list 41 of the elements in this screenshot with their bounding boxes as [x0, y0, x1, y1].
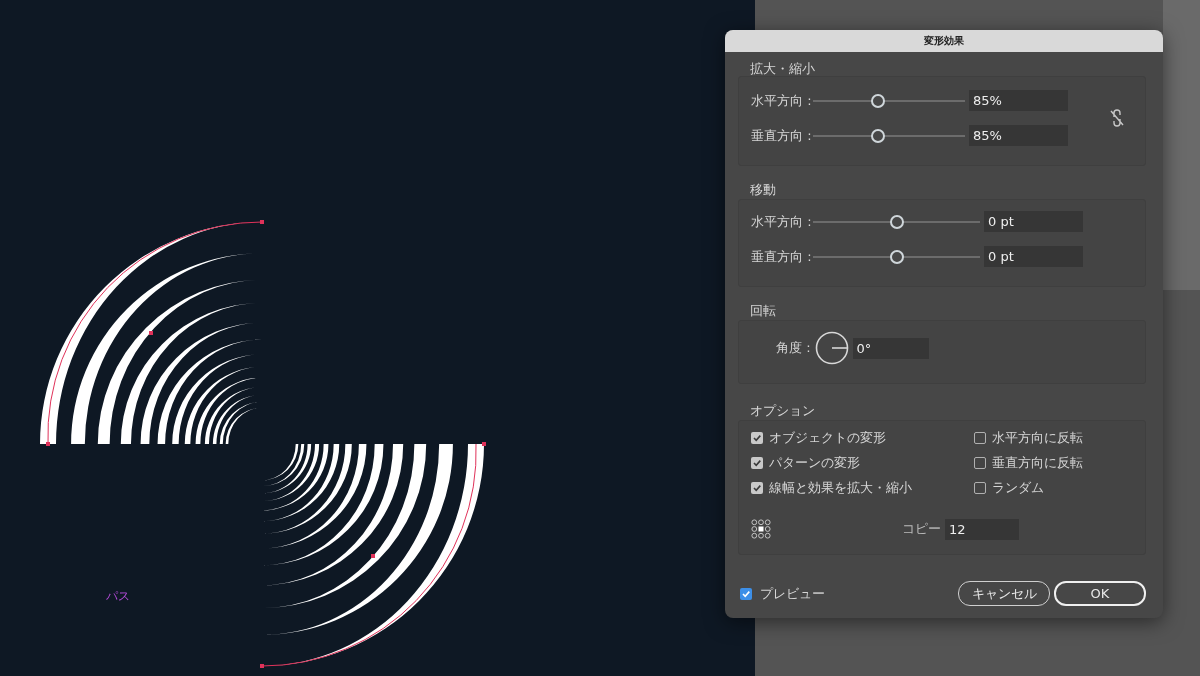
field-label: 垂直方向 : — [751, 126, 813, 145]
checkbox[interactable] — [740, 587, 752, 600]
value-field[interactable]: 0 pt — [984, 246, 1083, 267]
checkbox[interactable] — [974, 456, 986, 469]
value-field[interactable]: 85% — [969, 125, 1068, 146]
checkbox[interactable] — [974, 481, 986, 494]
angle-dial[interactable] — [814, 331, 849, 365]
slider-thumb[interactable] — [889, 214, 904, 229]
copies-field[interactable]: 12 — [945, 518, 1019, 540]
checkbox[interactable] — [751, 431, 763, 444]
field-label: コピー — [902, 520, 941, 539]
slider-thumb[interactable] — [889, 249, 904, 264]
section-heading: オプション — [750, 403, 815, 419]
checkbox-label: パターンの変形 — [769, 453, 860, 472]
checkbox-label: ランダム — [992, 478, 1044, 497]
angle-field[interactable]: 0° — [852, 337, 929, 359]
value-field[interactable]: 85% — [969, 90, 1068, 111]
section-heading: 移動 — [750, 182, 776, 198]
field-label: 角度 : — [776, 339, 811, 358]
field-label: 水平方向 : — [751, 91, 813, 110]
checkbox[interactable] — [974, 431, 986, 444]
dialog-title: 変形効果 — [725, 30, 1163, 52]
field-label: 水平方向 : — [751, 212, 813, 231]
checkbox[interactable] — [751, 456, 763, 469]
cancel-button[interactable]: キャンセル — [958, 581, 1050, 606]
checkbox[interactable] — [751, 481, 763, 494]
slider-thumb[interactable] — [871, 93, 886, 108]
section-heading: 回転 — [750, 303, 776, 319]
ok-button[interactable]: OK — [1054, 581, 1146, 606]
slider-thumb[interactable] — [871, 128, 886, 143]
path-label: パス — [106, 589, 130, 603]
checkbox-label: オブジェクトの変形 — [769, 428, 886, 447]
checkbox-label: 線幅と効果を拡大・縮小 — [769, 478, 912, 497]
unlink-icon[interactable] — [1110, 109, 1124, 127]
section-heading: 拡大・縮小 — [750, 61, 815, 77]
field-label: 垂直方向 : — [751, 247, 813, 266]
value-field[interactable]: 0 pt — [984, 211, 1083, 232]
reference-point-icon[interactable] — [751, 519, 771, 539]
checkbox-label: 水平方向に反転 — [992, 428, 1083, 447]
checkbox-label: プレビュー — [760, 584, 825, 603]
checkbox-label: 垂直方向に反転 — [992, 453, 1083, 472]
